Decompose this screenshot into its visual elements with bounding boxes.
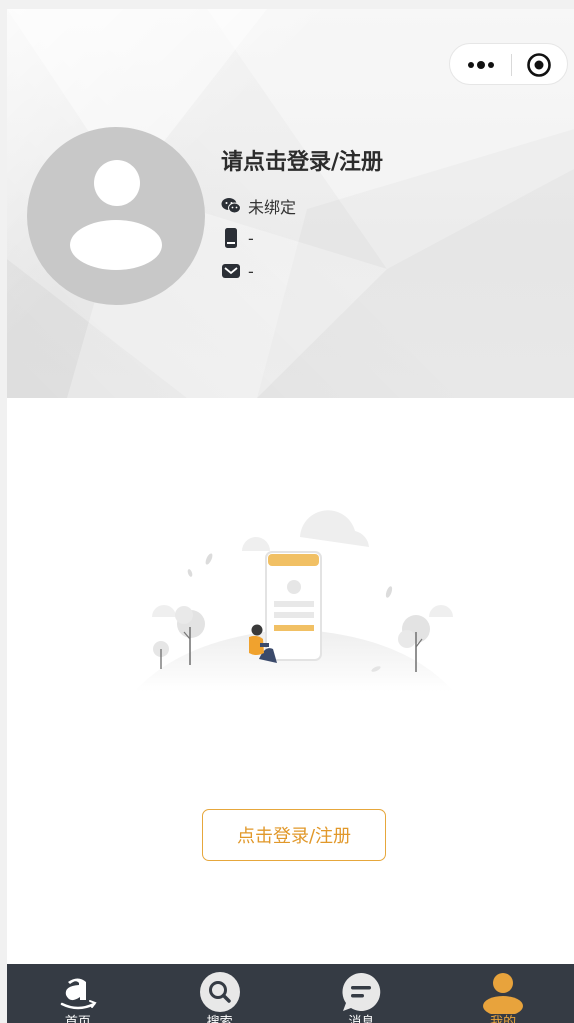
wechat-icon [221, 196, 241, 216]
empty-state-illustration [134, 510, 454, 692]
capsule-divider [511, 54, 512, 76]
amazon-a-icon [60, 978, 97, 1010]
profile-header: 请点击登录/注册 未绑定 - - [7, 9, 574, 398]
tab-messages-label: 消息 [348, 1015, 375, 1023]
tab-search[interactable]: 搜索 [149, 964, 291, 1023]
email-row: - [221, 260, 254, 282]
bottom-tab-bar: 首页 搜索 消息 我的 [7, 964, 574, 1023]
phone-value: - [248, 228, 254, 248]
mail-icon [221, 261, 241, 281]
tab-search-label: 搜索 [206, 1015, 233, 1023]
profile-page: 请点击登录/注册 未绑定 - - 点击登录/注册 首页 搜索 消息 我的 [7, 9, 574, 1023]
more-dots-icon[interactable] [466, 56, 496, 74]
login-prompt-title[interactable]: 请点击登录/注册 [221, 144, 383, 176]
phone-icon [221, 228, 241, 248]
tab-mine[interactable]: 我的 [432, 964, 574, 1023]
miniprogram-capsule [449, 43, 568, 85]
search-icon [199, 972, 240, 1012]
avatar[interactable] [27, 127, 205, 305]
login-register-button[interactable]: 点击登录/注册 [202, 809, 386, 861]
email-value: - [248, 261, 254, 281]
default-user-icon [70, 160, 162, 270]
tab-home-label: 首页 [64, 1015, 91, 1023]
tab-mine-label: 我的 [490, 1015, 517, 1023]
wechat-status: 未绑定 [248, 198, 297, 217]
capsule-target-icon[interactable] [526, 52, 552, 78]
tab-messages[interactable]: 消息 [291, 964, 433, 1023]
message-icon [342, 972, 381, 1011]
wechat-row: 未绑定 [221, 195, 296, 217]
tab-home[interactable]: 首页 [7, 964, 149, 1023]
user-icon [483, 973, 524, 1014]
phone-row: - [221, 227, 254, 249]
